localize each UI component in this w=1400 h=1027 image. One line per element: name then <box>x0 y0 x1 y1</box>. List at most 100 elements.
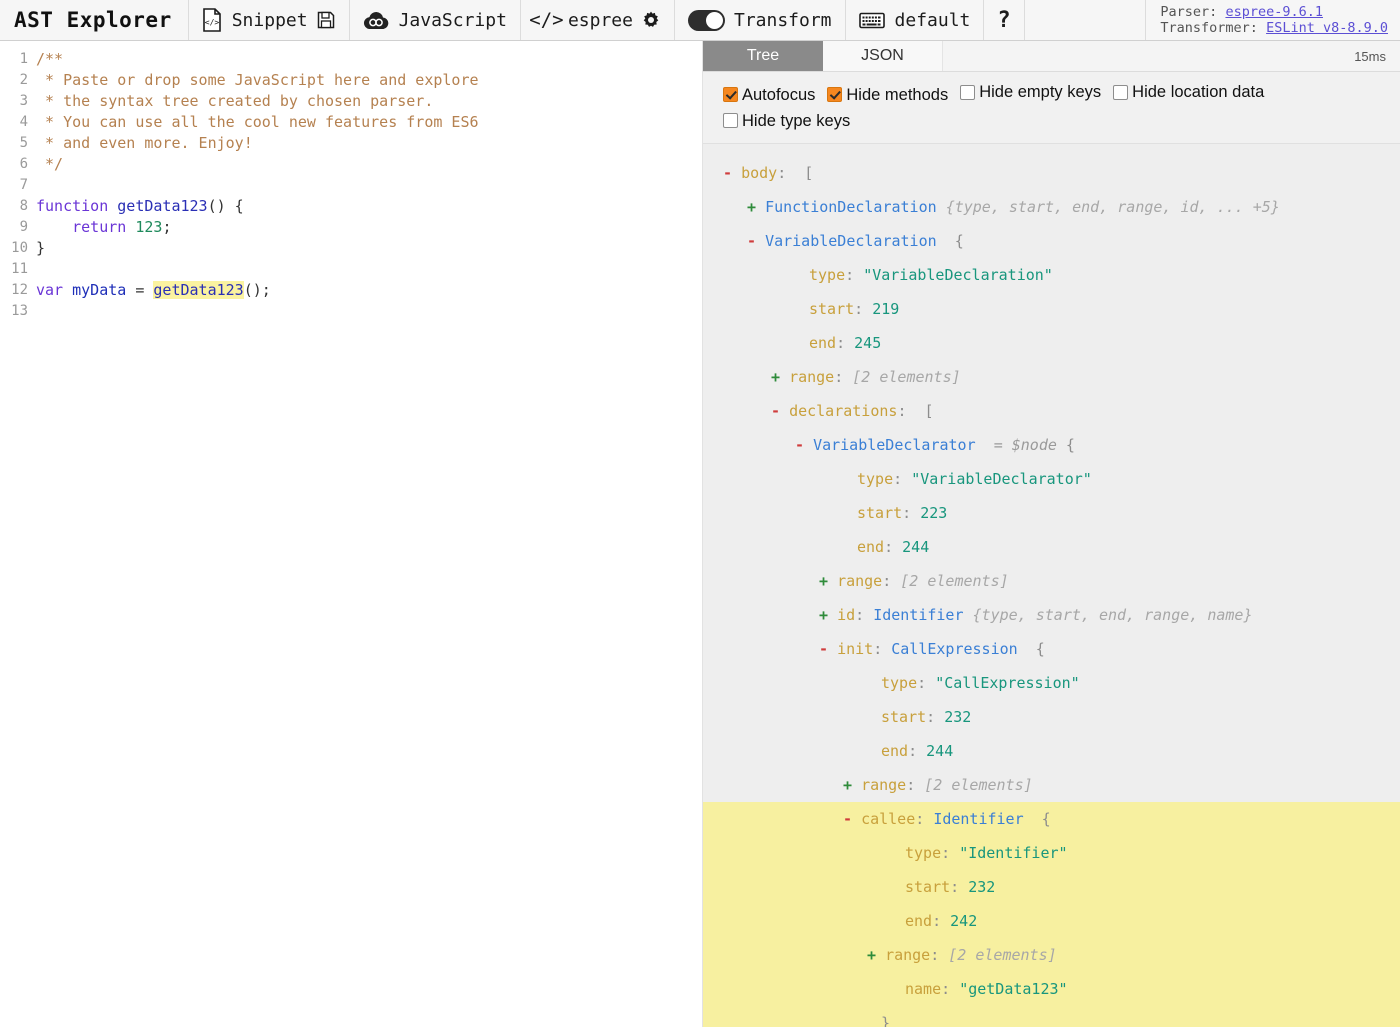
code-line[interactable]: 5 * and even more. Enjoy! <box>0 133 702 154</box>
code-line[interactable]: 13 <box>0 301 702 322</box>
expand-icon[interactable]: + <box>771 368 780 386</box>
collapse-icon[interactable]: - <box>795 436 804 454</box>
ast-node-segment: : <box>777 164 805 182</box>
ast-node-segment: 232 <box>944 708 972 726</box>
option-label: Hide type keys <box>742 111 851 130</box>
question-mark-help-icon[interactable]: ? <box>997 8 1010 33</box>
ast-node-row[interactable]: - VariableDeclaration { <box>703 224 1400 258</box>
code-line[interactable]: 2 * Paste or drop some JavaScript here a… <box>0 70 702 91</box>
code-line[interactable]: 3 * the syntax tree created by chosen pa… <box>0 91 702 112</box>
ast-node-row[interactable]: + range: [2 elements] <box>703 938 1400 972</box>
parser-version-link[interactable]: espree-9.6.1 <box>1225 4 1323 20</box>
expand-icon[interactable]: + <box>867 946 876 964</box>
code-line[interactable]: 7 <box>0 175 702 196</box>
ast-node-row[interactable]: start: 232 <box>703 870 1400 904</box>
code-line[interactable]: 6 */ <box>0 154 702 175</box>
keymap-selector[interactable]: default <box>846 0 985 40</box>
ast-node-row[interactable]: type: "VariableDeclaration" <box>703 258 1400 292</box>
code-line[interactable]: 10} <box>0 238 702 259</box>
transformer-version-row: Transformer: ESLint v8-8.9.0 <box>1160 20 1388 36</box>
checkbox-icon[interactable] <box>827 87 843 102</box>
line-number: 10 <box>11 240 28 256</box>
code-line[interactable]: 12 var myData = getData123(); <box>0 280 702 301</box>
expand-icon[interactable]: + <box>843 776 852 794</box>
option-hide-location-data[interactable]: Hide location data <box>1113 79 1264 105</box>
code-line[interactable]: 8 function getData123() { <box>0 196 702 217</box>
code-token: /** <box>36 50 64 68</box>
ast-tree[interactable]: - body: [+ FunctionDeclaration {type, st… <box>703 144 1400 1027</box>
ast-node-row[interactable]: name: "getData123" <box>703 972 1400 1006</box>
collapse-icon[interactable]: - <box>843 810 852 828</box>
floppy-disk-save-icon[interactable] <box>317 11 336 30</box>
ast-node-row[interactable]: } <box>703 1006 1400 1027</box>
option-label: Autofocus <box>742 85 816 104</box>
ast-node-row[interactable]: - callee: Identifier { <box>703 802 1400 836</box>
ast-node-row[interactable]: end: 245 <box>703 326 1400 360</box>
gear-icon[interactable] <box>642 11 661 30</box>
code-line[interactable]: 1 /** <box>0 49 702 70</box>
code-tags-icon: </> <box>529 9 564 31</box>
code-token: (); <box>243 281 271 299</box>
code-line[interactable]: 9 return 123; <box>0 217 702 238</box>
transformer-version-link[interactable]: ESLint v8-8.9.0 <box>1266 20 1388 36</box>
checkbox-icon[interactable] <box>1113 84 1129 100</box>
ast-node-row[interactable]: end: 244 <box>703 530 1400 564</box>
ast-node-segment: [2 elements] <box>948 946 1057 964</box>
transform-selector[interactable]: Transform <box>675 0 846 40</box>
language-selector[interactable]: JavaScript <box>350 0 521 40</box>
collapse-icon[interactable]: - <box>819 640 828 658</box>
tab-json[interactable]: JSON <box>823 41 943 71</box>
code-editor[interactable]: 1 /** 2 * Paste or drop some JavaScript he… <box>0 41 702 322</box>
ast-node-row[interactable]: + range: [2 elements] <box>703 564 1400 598</box>
tab-tree[interactable]: Tree <box>703 41 823 71</box>
ast-node-row[interactable]: start: 232 <box>703 700 1400 734</box>
ast-node-segment: [2 elements] <box>900 572 1009 590</box>
code-line[interactable]: 4 * You can use all the cool new feature… <box>0 112 702 133</box>
ast-node-segment: 245 <box>854 334 882 352</box>
option-hide-methods[interactable]: Hide methods <box>827 82 948 108</box>
checkbox-icon[interactable] <box>960 84 976 100</box>
ast-node-segment: end <box>809 334 837 352</box>
ast-node-segment: = $node <box>993 436 1057 454</box>
ast-node-row[interactable]: type: "Identifier" <box>703 836 1400 870</box>
parser-selector[interactable]: </> espree <box>521 0 675 40</box>
ast-node-segment: : <box>882 572 901 590</box>
snippet-button[interactable]: </> Snippet <box>189 0 350 40</box>
checkbox-icon[interactable] <box>723 87 738 102</box>
collapse-icon[interactable]: - <box>747 232 756 250</box>
ast-node-row[interactable]: + id: Identifier {type, start, end, rang… <box>703 598 1400 632</box>
transform-toggle-switch[interactable] <box>687 9 725 31</box>
ast-node-row[interactable]: + range: [2 elements] <box>703 768 1400 802</box>
ast-node-row[interactable]: - init: CallExpression { <box>703 632 1400 666</box>
expand-icon[interactable]: + <box>819 572 828 590</box>
option-autofocus[interactable]: Autofocus <box>723 82 815 108</box>
ast-node-row[interactable]: start: 223 <box>703 496 1400 530</box>
code-editor-pane[interactable]: 1 /** 2 * Paste or drop some JavaScript he… <box>0 41 703 1027</box>
ast-node-row[interactable]: - declarations: [ <box>703 394 1400 428</box>
ast-node-row[interactable]: type: "VariableDeclarator" <box>703 462 1400 496</box>
checkbox-icon[interactable] <box>723 113 738 128</box>
ast-node-segment: : <box>873 640 892 658</box>
toggle-knob <box>705 11 723 29</box>
ast-node-row[interactable]: end: 242 <box>703 904 1400 938</box>
ast-node-segment <box>976 436 994 454</box>
help-button[interactable]: ? <box>984 0 1025 40</box>
line-number: 13 <box>11 303 28 319</box>
expand-icon[interactable]: + <box>747 198 756 216</box>
ast-node-row[interactable]: + FunctionDeclaration {type, start, end,… <box>703 190 1400 224</box>
collapse-icon[interactable]: - <box>723 164 732 182</box>
option-hide-empty-keys[interactable]: Hide empty keys <box>960 79 1101 105</box>
code-line[interactable]: 11 <box>0 259 702 280</box>
ast-node-row[interactable]: + range: [2 elements] <box>703 360 1400 394</box>
ast-node-row[interactable]: start: 219 <box>703 292 1400 326</box>
ast-node-row[interactable]: - body: [ <box>703 156 1400 190</box>
expand-icon[interactable]: + <box>819 606 828 624</box>
ast-node-segment: "Identifier" <box>959 844 1068 862</box>
ast-node-row[interactable]: - VariableDeclarator = $node { <box>703 428 1400 462</box>
option-hide-type-keys[interactable]: Hide type keys <box>723 108 850 134</box>
ast-node-segment: : <box>932 912 951 930</box>
ast-node-row[interactable]: type: "CallExpression" <box>703 666 1400 700</box>
option-label: Hide location data <box>1132 83 1265 101</box>
ast-node-row[interactable]: end: 244 <box>703 734 1400 768</box>
collapse-icon[interactable]: - <box>771 402 780 420</box>
